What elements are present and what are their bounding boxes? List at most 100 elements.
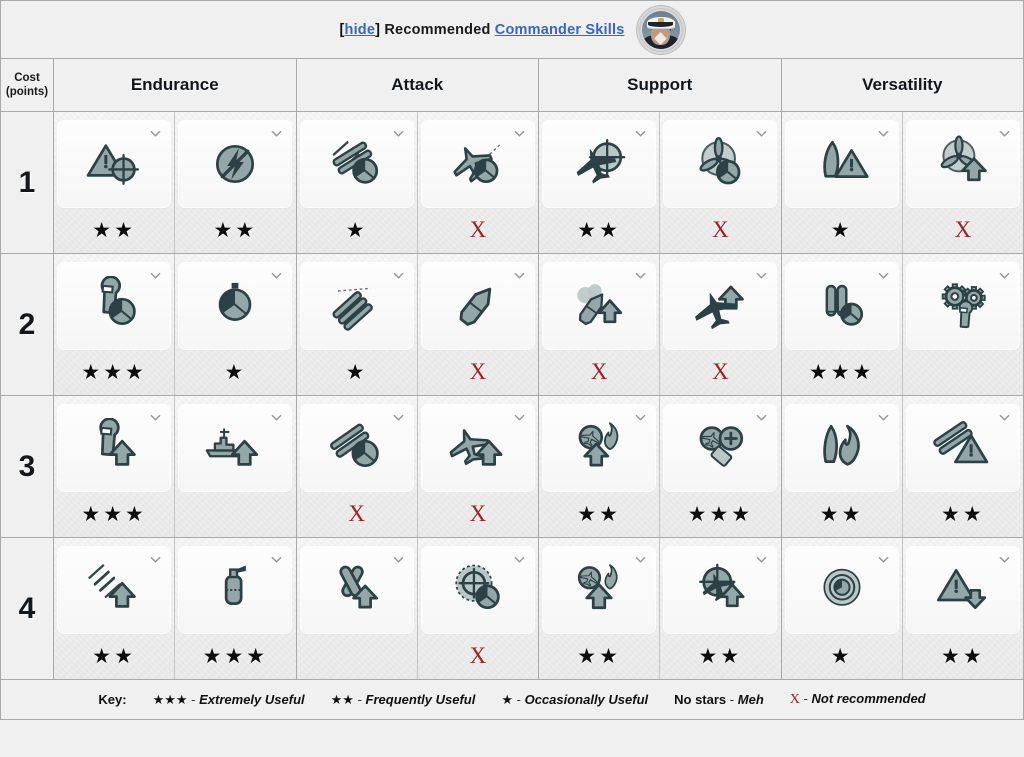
skill-tile[interactable] <box>906 547 1019 633</box>
chevron-down-icon[interactable] <box>635 554 646 565</box>
skill-tile[interactable] <box>58 263 171 349</box>
skill-cell[interactable]: ★★ <box>539 112 660 253</box>
skill-rating: ★★ <box>941 502 985 526</box>
skill-cell[interactable]: ★ <box>174 254 296 395</box>
skill-cell[interactable]: X <box>416 112 538 253</box>
skill-tile[interactable] <box>664 547 777 633</box>
chevron-down-icon[interactable] <box>514 412 525 423</box>
skill-tile[interactable] <box>58 121 171 207</box>
chevron-down-icon[interactable] <box>514 554 525 565</box>
skill-tile[interactable] <box>300 263 413 349</box>
skill-tile[interactable] <box>664 405 777 491</box>
skill-cell[interactable]: ★★★ <box>781 254 902 395</box>
skill-cell[interactable]: ★ <box>296 112 417 253</box>
skill-tile[interactable] <box>906 121 1019 207</box>
skill-tile[interactable] <box>421 121 534 207</box>
skill-cell[interactable]: X <box>416 396 538 537</box>
chevron-down-icon[interactable] <box>878 554 889 565</box>
skill-cell[interactable]: ★ <box>781 112 902 253</box>
chevron-down-icon[interactable] <box>393 554 404 565</box>
skill-tile[interactable] <box>421 547 534 633</box>
chevron-down-icon[interactable] <box>756 554 767 565</box>
skill-cell[interactable]: ★★★ <box>54 396 175 537</box>
chevron-down-icon[interactable] <box>878 128 889 139</box>
commander-skills-link[interactable]: Commander Skills <box>495 22 625 38</box>
chevron-down-icon[interactable] <box>999 412 1010 423</box>
skill-cell[interactable]: X <box>659 112 781 253</box>
chevron-down-icon[interactable] <box>271 554 282 565</box>
skill-tile[interactable] <box>421 405 534 491</box>
chevron-down-icon[interactable] <box>393 128 404 139</box>
skill-tile[interactable] <box>664 121 777 207</box>
chevron-down-icon[interactable] <box>393 270 404 281</box>
chevron-down-icon[interactable] <box>514 128 525 139</box>
skill-tile[interactable] <box>543 121 656 207</box>
chevron-down-icon[interactable] <box>878 412 889 423</box>
skill-tile[interactable] <box>179 121 292 207</box>
chevron-down-icon[interactable] <box>999 554 1010 565</box>
skill-tile[interactable] <box>543 547 656 633</box>
skill-tile[interactable] <box>179 547 292 633</box>
chevron-down-icon[interactable] <box>271 412 282 423</box>
skill-cell[interactable]: ★★★ <box>54 254 175 395</box>
skill-tile[interactable] <box>785 263 898 349</box>
chevron-down-icon[interactable] <box>150 128 161 139</box>
skill-tile[interactable] <box>179 263 292 349</box>
skill-cell[interactable]: ★★ <box>901 396 1023 537</box>
chevron-down-icon[interactable] <box>271 270 282 281</box>
skill-tile[interactable] <box>785 405 898 491</box>
skill-tile[interactable] <box>58 405 171 491</box>
skill-cell[interactable] <box>901 254 1023 395</box>
skill-cell[interactable]: X <box>539 254 660 395</box>
skill-cell[interactable]: X <box>416 538 538 679</box>
skill-cell[interactable] <box>296 538 417 679</box>
skill-cell[interactable]: ★★ <box>54 112 175 253</box>
skill-cell[interactable]: ★★★ <box>659 396 781 537</box>
chevron-down-icon[interactable] <box>756 128 767 139</box>
skill-tile[interactable] <box>58 547 171 633</box>
chevron-down-icon[interactable] <box>150 554 161 565</box>
chevron-down-icon[interactable] <box>271 128 282 139</box>
skill-cell[interactable] <box>174 396 296 537</box>
legend-dash: - <box>803 691 808 706</box>
skill-cell[interactable]: ★★★ <box>174 538 296 679</box>
skill-tile[interactable] <box>179 405 292 491</box>
chevron-down-icon[interactable] <box>393 412 404 423</box>
skill-tile[interactable] <box>664 263 777 349</box>
chevron-down-icon[interactable] <box>999 270 1010 281</box>
skill-tile[interactable] <box>906 263 1019 349</box>
chevron-down-icon[interactable] <box>514 270 525 281</box>
skill-cell[interactable]: ★★ <box>901 538 1023 679</box>
skill-cell[interactable]: ★★ <box>659 538 781 679</box>
skill-tile[interactable] <box>785 547 898 633</box>
chevron-down-icon[interactable] <box>150 270 161 281</box>
skill-tile[interactable] <box>300 547 413 633</box>
chevron-down-icon[interactable] <box>878 270 889 281</box>
skill-tile[interactable] <box>421 263 534 349</box>
skill-cell[interactable]: X <box>416 254 538 395</box>
skill-cell[interactable]: ★ <box>781 538 902 679</box>
skill-cell[interactable]: X <box>296 396 417 537</box>
skill-tile[interactable] <box>543 263 656 349</box>
hide-link[interactable]: hide <box>345 22 376 38</box>
skill-cell[interactable]: X <box>901 112 1023 253</box>
chevron-down-icon[interactable] <box>999 128 1010 139</box>
chevron-down-icon[interactable] <box>635 128 646 139</box>
chevron-down-icon[interactable] <box>756 412 767 423</box>
skill-tile[interactable] <box>543 405 656 491</box>
skill-tile[interactable] <box>300 405 413 491</box>
chevron-down-icon[interactable] <box>756 270 767 281</box>
skill-tile[interactable] <box>785 121 898 207</box>
skill-cell[interactable]: ★★ <box>539 396 660 537</box>
skill-cell[interactable]: ★★ <box>54 538 175 679</box>
chevron-down-icon[interactable] <box>150 412 161 423</box>
skill-cell[interactable]: ★★ <box>539 538 660 679</box>
skill-cell[interactable]: ★ <box>296 254 417 395</box>
skill-cell[interactable]: ★★ <box>781 396 902 537</box>
skill-tile[interactable] <box>906 405 1019 491</box>
skill-tile[interactable] <box>300 121 413 207</box>
skill-cell[interactable]: ★★ <box>174 112 296 253</box>
chevron-down-icon[interactable] <box>635 270 646 281</box>
skill-cell[interactable]: X <box>659 254 781 395</box>
chevron-down-icon[interactable] <box>635 412 646 423</box>
